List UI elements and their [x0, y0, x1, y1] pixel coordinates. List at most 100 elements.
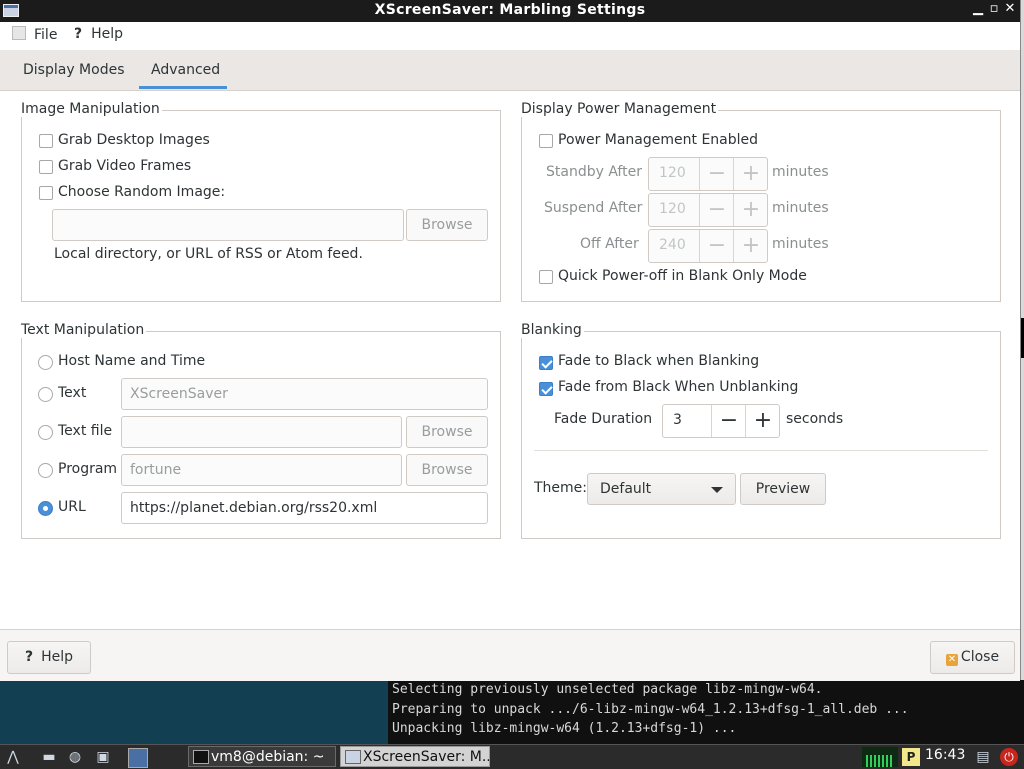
text-file-input[interactable]: [121, 416, 402, 448]
host-name-radio[interactable]: [38, 355, 53, 370]
minus-icon[interactable]: −: [699, 230, 734, 262]
menu-file[interactable]: File: [12, 26, 57, 43]
program-radio[interactable]: [38, 463, 53, 478]
taskbar-terminal-button[interactable]: vm8@debian: ~: [188, 746, 336, 767]
theme-label: Theme:: [534, 480, 588, 496]
minus-icon[interactable]: −: [711, 405, 746, 437]
menubar: File ? Help: [0, 22, 1020, 48]
terminal-icon: [193, 750, 209, 764]
terminal-line: Unpacking libz-mingw-w64 (1.2.13+dfsg-1)…: [392, 721, 737, 736]
tab-advanced[interactable]: Advanced: [151, 62, 220, 78]
url-label[interactable]: URL: [58, 499, 86, 515]
image-browse-button[interactable]: Browse: [406, 209, 488, 241]
url-radio[interactable]: [38, 501, 53, 516]
fade-duration-label: Fade Duration: [554, 411, 653, 427]
image-manipulation-title: Image Manipulation: [21, 101, 162, 117]
grab-video-label[interactable]: Grab Video Frames: [58, 158, 191, 174]
close-icon: ✕: [945, 654, 958, 666]
power-enabled-checkbox[interactable]: [539, 134, 553, 148]
text-file-radio[interactable]: [38, 425, 53, 440]
menu-file-label: File: [34, 27, 58, 43]
program-browse-button[interactable]: Browse: [406, 454, 488, 486]
file-manager-icon[interactable]: ▬: [40, 748, 58, 766]
lock-screen-icon[interactable]: ▤: [974, 748, 992, 766]
plus-icon[interactable]: +: [745, 405, 780, 437]
tab-display-modes[interactable]: Display Modes: [23, 62, 125, 78]
program-input[interactable]: fortune: [121, 454, 402, 486]
active-tab-indicator: [139, 86, 227, 89]
suspend-value[interactable]: 120: [659, 201, 686, 217]
terminal-window[interactable]: Selecting previously unselected package …: [388, 680, 1024, 744]
plus-icon[interactable]: +: [733, 194, 768, 226]
suspend-spinner[interactable]: 120 − +: [648, 193, 768, 227]
text-file-browse-button[interactable]: Browse: [406, 416, 488, 448]
fade-from-black-checkbox[interactable]: [539, 382, 553, 396]
settings-window: XScreenSaver: Marbling Settings ▁ ▫ ✕ Fi…: [0, 0, 1021, 681]
cpu-monitor-icon: [862, 747, 898, 767]
url-input[interactable]: https://planet.debian.org/rss20.xml: [121, 492, 488, 524]
menu-help[interactable]: ? Help: [74, 26, 123, 42]
plus-icon[interactable]: +: [733, 158, 768, 190]
terminal-line: Selecting previously unselected package …: [392, 682, 823, 697]
start-menu-icon[interactable]: ⋀: [4, 748, 22, 766]
minus-icon[interactable]: −: [699, 194, 734, 226]
power-enabled-label[interactable]: Power Management Enabled: [558, 132, 758, 148]
window-icon: [345, 750, 361, 764]
text-radio[interactable]: [38, 387, 53, 402]
minus-icon[interactable]: −: [699, 158, 734, 190]
taskbar-xscreensaver-button[interactable]: XScreenSaver: M...: [340, 746, 490, 767]
tab-bar: Display Modes Advanced: [0, 50, 1020, 91]
text-label[interactable]: Text: [58, 385, 86, 401]
power-icon[interactable]: ⏻: [1000, 748, 1018, 766]
taskbar-clock[interactable]: 16:43: [925, 747, 965, 763]
menu-help-label: Help: [91, 26, 124, 42]
quick-poweroff-label[interactable]: Quick Power-off in Blank Only Mode: [558, 268, 807, 284]
suspend-label: Suspend After: [544, 200, 643, 216]
text-manipulation-title: Text Manipulation: [21, 322, 147, 338]
plus-icon[interactable]: +: [733, 230, 768, 262]
close-window-icon[interactable]: ✕: [1002, 1, 1018, 16]
fade-from-black-label[interactable]: Fade from Black When Unblanking: [558, 379, 798, 395]
close-button[interactable]: ✕ Close: [930, 641, 1015, 674]
image-path-input[interactable]: [52, 209, 404, 241]
text-file-label[interactable]: Text file: [58, 423, 112, 439]
terminal-line: Preparing to unpack .../6-libz-mingw-w64…: [392, 701, 909, 717]
help-button[interactable]: ? Help: [7, 641, 91, 674]
theme-dropdown-value: Default: [600, 481, 652, 497]
taskbar: ⋀ ▬ ◍ ▣ vm8@debian: ~ XScreenSaver: M...…: [0, 744, 1024, 769]
help-icon: ?: [24, 649, 34, 665]
grab-video-checkbox[interactable]: [39, 160, 53, 174]
standby-spinner[interactable]: 120 − +: [648, 157, 768, 191]
browser-icon[interactable]: ◍: [66, 748, 84, 766]
standby-value[interactable]: 120: [659, 165, 686, 181]
cpu-monitor-bars: [866, 755, 894, 767]
fade-duration-unit: seconds: [786, 411, 844, 427]
off-spinner[interactable]: 240 − +: [648, 229, 768, 263]
program-label[interactable]: Program: [58, 461, 117, 477]
choose-random-label[interactable]: Choose Random Image:: [58, 184, 225, 200]
minimize-icon[interactable]: ▁: [970, 1, 986, 16]
taskbar-xscreensaver-label: XScreenSaver: M...: [363, 749, 490, 765]
maximize-icon[interactable]: ▫: [986, 1, 1002, 16]
fade-to-black-label[interactable]: Fade to Black when Blanking: [558, 353, 759, 369]
quick-poweroff-checkbox[interactable]: [539, 270, 553, 284]
preview-button[interactable]: Preview: [740, 473, 826, 505]
choose-random-checkbox[interactable]: [39, 186, 53, 200]
theme-dropdown[interactable]: Default: [587, 473, 736, 505]
window-titlebar[interactable]: XScreenSaver: Marbling Settings ▁ ▫ ✕: [0, 0, 1020, 22]
host-name-label[interactable]: Host Name and Time: [58, 353, 205, 369]
blanking-separator: [534, 450, 988, 451]
grab-desktop-label[interactable]: Grab Desktop Images: [58, 132, 210, 148]
off-value[interactable]: 240: [659, 237, 686, 253]
show-desktop-icon[interactable]: ▣: [94, 748, 112, 766]
suspend-unit: minutes: [772, 200, 829, 216]
workspace-icon[interactable]: [128, 748, 148, 768]
fade-duration-spinner[interactable]: 3 − +: [662, 404, 780, 438]
fade-to-black-checkbox[interactable]: [539, 356, 553, 370]
text-input[interactable]: XScreenSaver: [121, 378, 488, 410]
package-updater-icon[interactable]: P: [902, 748, 920, 766]
fade-duration-value[interactable]: 3: [673, 412, 682, 428]
grab-desktop-checkbox[interactable]: [39, 134, 53, 148]
standby-label: Standby After: [546, 164, 642, 180]
power-management-title: Display Power Management: [521, 101, 719, 117]
